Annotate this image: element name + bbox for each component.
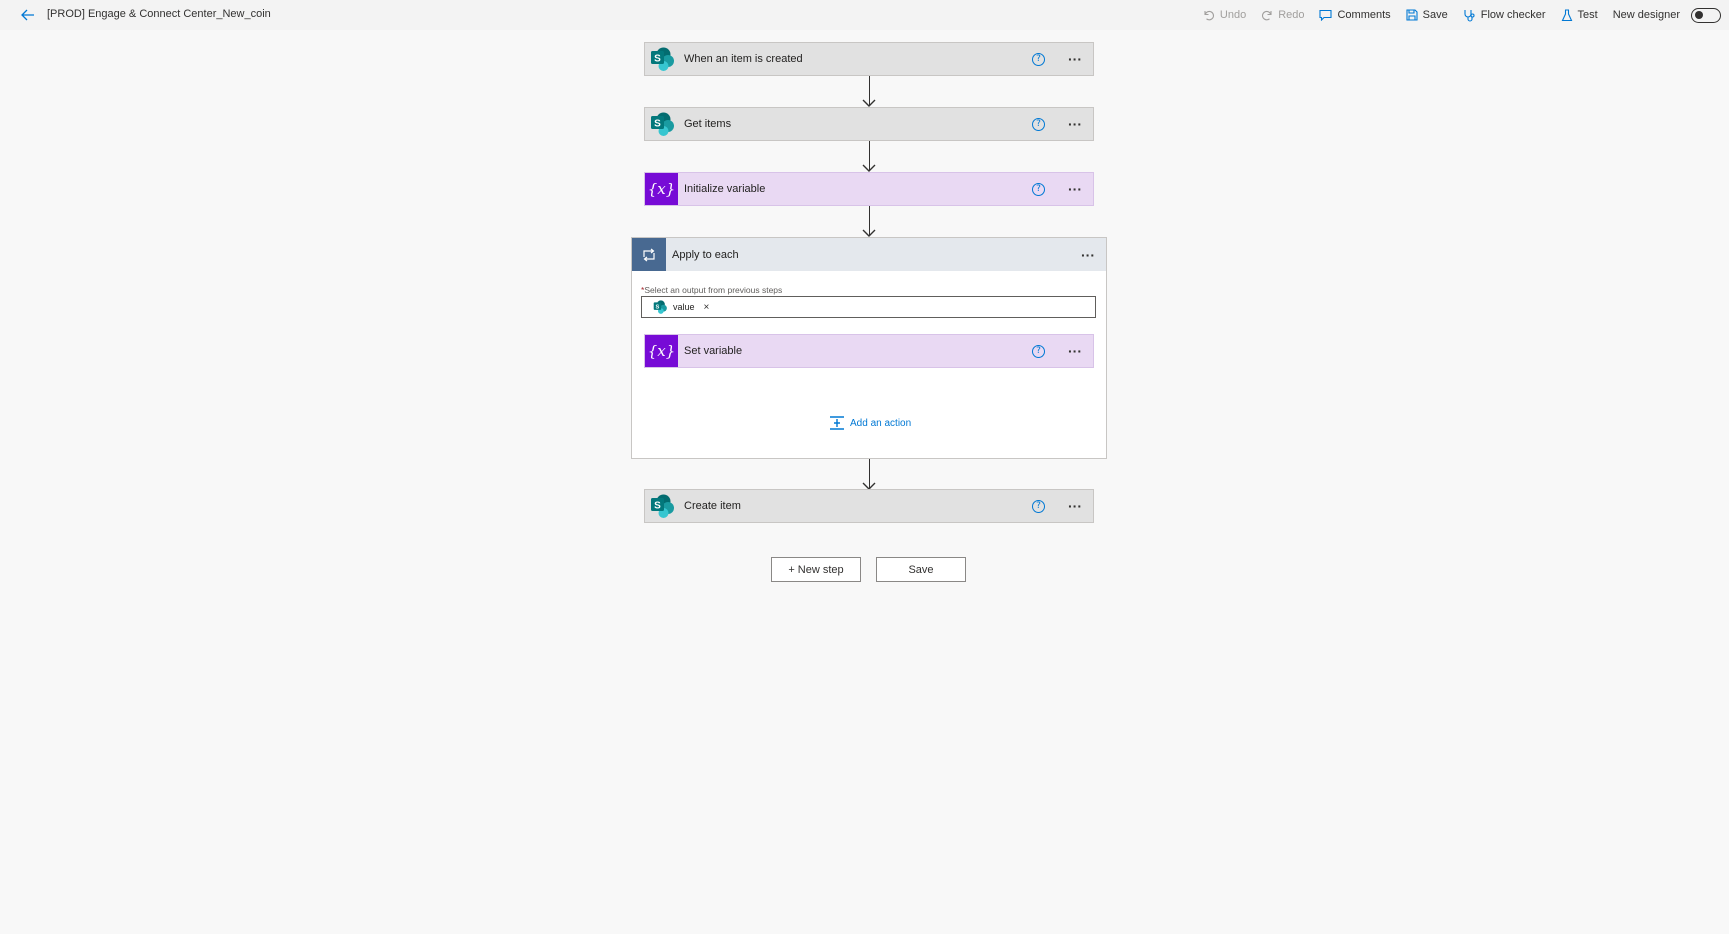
new-designer-label: New designer: [1612, 9, 1680, 21]
token-label: value: [673, 302, 695, 312]
sharepoint-icon: S: [645, 43, 678, 75]
step-when-an-item-is-created[interactable]: S When an item is created ? ···: [644, 42, 1094, 76]
step-name: Get items: [684, 118, 732, 130]
comments-label: Comments: [1337, 9, 1391, 21]
help-icon[interactable]: ?: [1032, 344, 1045, 358]
sharepoint-icon: S: [645, 490, 678, 522]
arrow-left-icon: [21, 9, 34, 21]
new-designer-toggle[interactable]: New designer: [1612, 7, 1721, 23]
dynamic-content-token[interactable]: S value ×: [652, 299, 709, 315]
output-select-field[interactable]: S value ×: [641, 296, 1096, 318]
help-icon[interactable]: ?: [1032, 117, 1045, 131]
remove-token-icon[interactable]: ×: [704, 302, 710, 313]
flow-checker-button[interactable]: Flow checker: [1463, 9, 1546, 22]
undo-button[interactable]: Undo: [1203, 9, 1246, 21]
new-step-button[interactable]: + New step: [771, 557, 861, 582]
save-button[interactable]: Save: [876, 557, 966, 582]
svg-text:S: S: [654, 501, 661, 512]
test-label: Test: [1577, 9, 1598, 21]
comments-button[interactable]: Comments: [1319, 9, 1391, 21]
flow-title: [PROD] Engage & Connect Center_New_coin: [47, 8, 271, 20]
connector-arrow: [862, 459, 876, 490]
field-label-text: Select an output from previous steps: [644, 285, 783, 295]
apply-to-each-container: Apply to each ··· *Select an output from…: [631, 237, 1107, 459]
save-command-button[interactable]: Save: [1406, 9, 1448, 21]
help-icon[interactable]: ?: [1032, 499, 1045, 513]
step-name: Initialize variable: [684, 183, 766, 195]
help-icon[interactable]: ?: [1032, 182, 1045, 196]
svg-text:S: S: [654, 119, 661, 130]
step-initialize-variable[interactable]: {x} Initialize variable ? ···: [644, 172, 1094, 206]
more-options-icon[interactable]: ···: [1078, 248, 1098, 262]
undo-icon: [1204, 10, 1214, 21]
redo-icon: [1262, 10, 1272, 21]
variable-icon: {x}: [645, 335, 678, 367]
step-name: Create item: [684, 500, 741, 512]
command-group: Undo Redo Comments Save Flow checker Tes…: [1188, 0, 1721, 30]
flow-checker-label: Flow checker: [1480, 9, 1546, 21]
stethoscope-icon: [1464, 9, 1475, 22]
field-label: *Select an output from previous steps: [641, 285, 782, 295]
add-action-label: Add an action: [850, 417, 912, 429]
step-name: Set variable: [684, 345, 743, 357]
comment-icon: [1319, 9, 1333, 21]
sharepoint-icon: S: [645, 108, 678, 140]
step-get-items[interactable]: S Get items ? ···: [644, 107, 1094, 141]
more-options-icon[interactable]: ···: [1065, 52, 1085, 66]
connector-arrow: [862, 141, 876, 172]
step-set-variable[interactable]: {x} Set variable ? ···: [644, 334, 1094, 368]
svg-text:S: S: [654, 54, 661, 65]
step-create-item[interactable]: S Create item ? ···: [644, 489, 1094, 523]
redo-button[interactable]: Redo: [1261, 9, 1304, 21]
connector-arrow: [862, 206, 876, 237]
loop-icon: [632, 238, 666, 271]
more-options-icon[interactable]: ···: [1065, 117, 1085, 131]
apply-to-each-header[interactable]: Apply to each ···: [632, 238, 1106, 271]
toggle-switch[interactable]: [1691, 7, 1721, 23]
more-options-icon[interactable]: ···: [1065, 499, 1085, 513]
test-button[interactable]: Test: [1561, 8, 1598, 22]
connector-arrow: [862, 76, 876, 107]
save-command-label: Save: [1422, 9, 1448, 21]
step-name: When an item is created: [684, 53, 803, 65]
add-action-icon: [830, 416, 844, 430]
sharepoint-icon: S: [653, 300, 667, 314]
beaker-icon: [1561, 8, 1572, 21]
back-button[interactable]: [18, 6, 38, 24]
redo-label: Redo: [1278, 9, 1305, 21]
undo-label: Undo: [1219, 9, 1247, 21]
more-options-icon[interactable]: ···: [1065, 344, 1085, 358]
step-name: Apply to each: [672, 248, 739, 261]
save-icon: [1406, 9, 1418, 21]
variable-icon: {x}: [645, 173, 678, 205]
more-options-icon[interactable]: ···: [1065, 182, 1085, 196]
add-an-action-button[interactable]: Add an action: [829, 416, 911, 430]
svg-text:S: S: [656, 304, 660, 310]
help-icon[interactable]: ?: [1032, 52, 1045, 66]
command-bar: [PROD] Engage & Connect Center_New_coin …: [0, 0, 1729, 30]
